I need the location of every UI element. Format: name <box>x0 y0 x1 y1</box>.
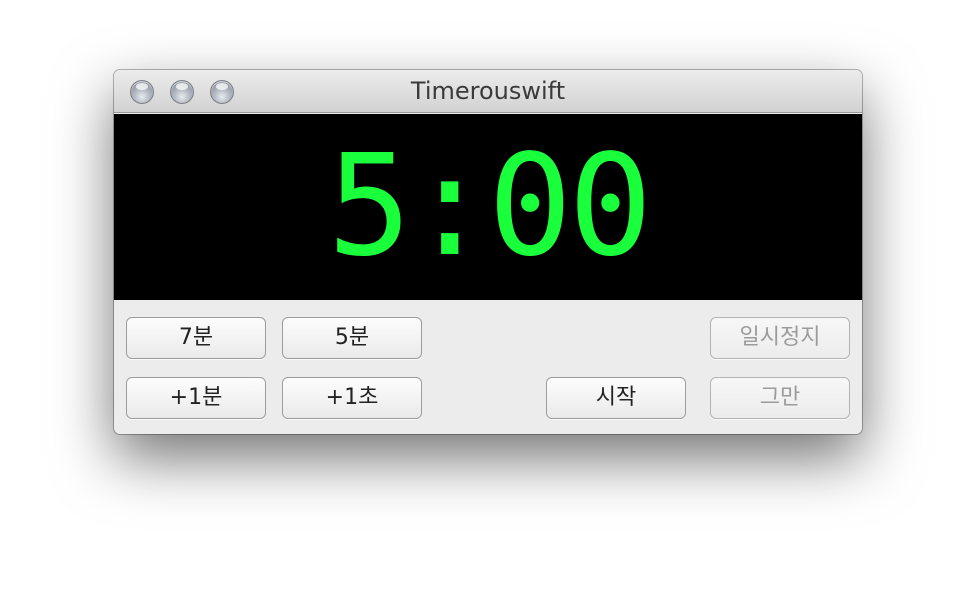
set-7-minutes-button[interactable]: 7분 <box>126 317 266 359</box>
timer-window: Timerouswift 5:00 7분 5분 일시정지 +1분 +1초 시작 … <box>114 70 862 434</box>
window-title: Timerouswift <box>410 77 566 105</box>
title-bar[interactable]: Timerouswift <box>114 70 862 113</box>
time-readout: 5:00 <box>327 125 652 288</box>
set-5-minutes-button[interactable]: 5분 <box>282 317 422 359</box>
timer-display: 5:00 <box>114 114 862 300</box>
stop-button[interactable]: 그만 <box>710 377 850 419</box>
pause-button[interactable]: 일시정지 <box>710 317 850 359</box>
add-1-second-button[interactable]: +1초 <box>282 377 422 419</box>
add-1-minute-button[interactable]: +1분 <box>126 377 266 419</box>
start-button[interactable]: 시작 <box>546 377 686 419</box>
